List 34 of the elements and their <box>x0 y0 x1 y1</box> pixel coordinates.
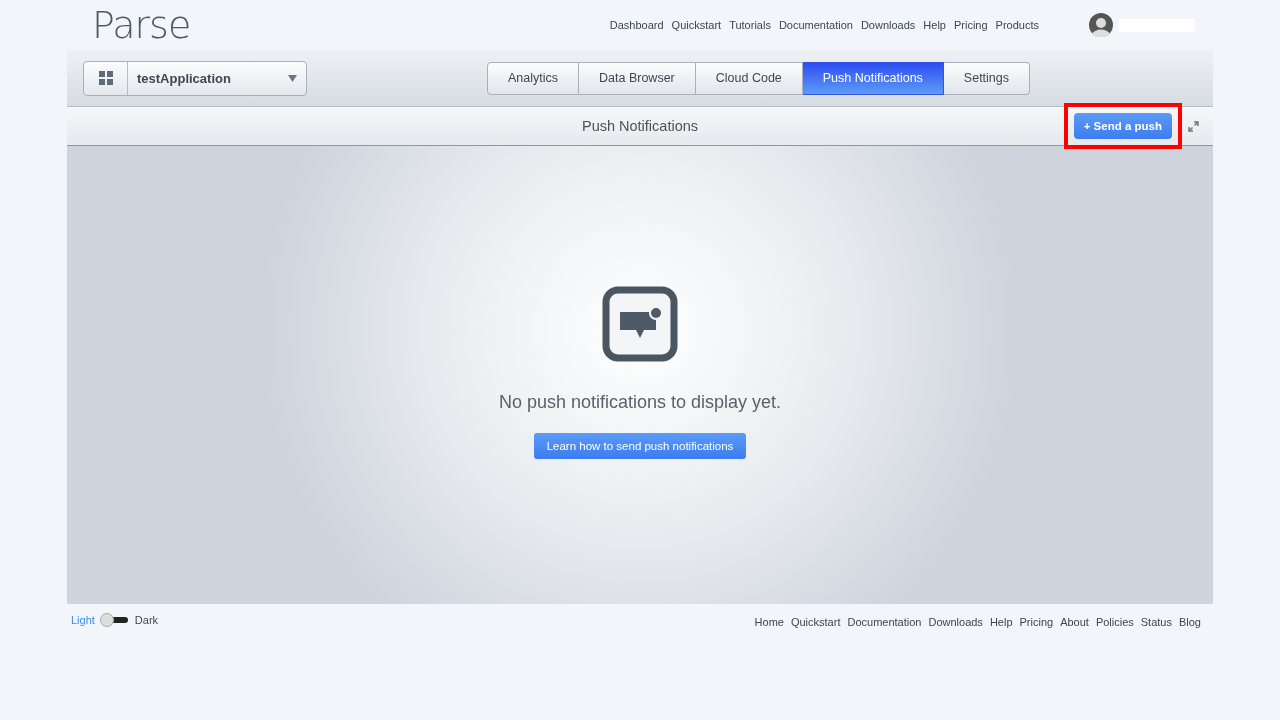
nav-link[interactable]: Help <box>923 19 946 31</box>
nav-tab[interactable]: Data Browser <box>579 61 696 95</box>
nav-link[interactable]: Downloads <box>860 19 916 31</box>
nav-tab[interactable]: Analytics <box>487 61 580 95</box>
nav-link[interactable]: Tutorials <box>729 19 771 31</box>
nav-link[interactable]: Dashboard <box>609 19 664 31</box>
nav-link[interactable]: Pricing <box>953 19 988 31</box>
nav-tab[interactable]: Push Notifications <box>802 61 944 95</box>
grid-icon <box>98 71 113 85</box>
footer-link[interactable]: Pricing <box>1019 616 1054 628</box>
footer-link[interactable]: Help <box>989 616 1013 628</box>
theme-switch[interactable] <box>99 613 130 627</box>
nav-tab[interactable]: Cloud Code <box>695 61 803 95</box>
footer-link[interactable]: Documentation <box>847 616 922 628</box>
nav-link[interactable]: Products <box>995 19 1039 31</box>
footer-link[interactable]: About <box>1060 616 1089 628</box>
footer-link[interactable]: Policies <box>1095 616 1134 628</box>
footer-link[interactable]: Status <box>1140 616 1172 628</box>
empty-state-message: No push notifications to display yet. <box>498 392 782 413</box>
caret-icon <box>288 74 297 82</box>
app-selector[interactable]: testApplication <box>83 60 307 96</box>
footer-link[interactable]: Home <box>754 616 784 628</box>
chat-bubble-icon <box>602 286 678 362</box>
footer-link[interactable]: Blog <box>1178 616 1201 628</box>
nav-tab[interactable]: Settings <box>943 61 1030 95</box>
page-title: Push Notifications <box>581 118 699 134</box>
parse-logo[interactable]: Parse <box>92 3 191 47</box>
user-avatar-icon[interactable] <box>1089 13 1113 37</box>
footer-link[interactable]: Quickstart <box>790 616 841 628</box>
theme-option[interactable]: Dark <box>134 614 159 626</box>
nav-link[interactable]: Quickstart <box>671 19 722 31</box>
expand-icon[interactable] <box>1188 120 1199 132</box>
footer-link[interactable]: Downloads <box>928 616 983 628</box>
nav-link[interactable]: Documentation <box>778 19 853 31</box>
